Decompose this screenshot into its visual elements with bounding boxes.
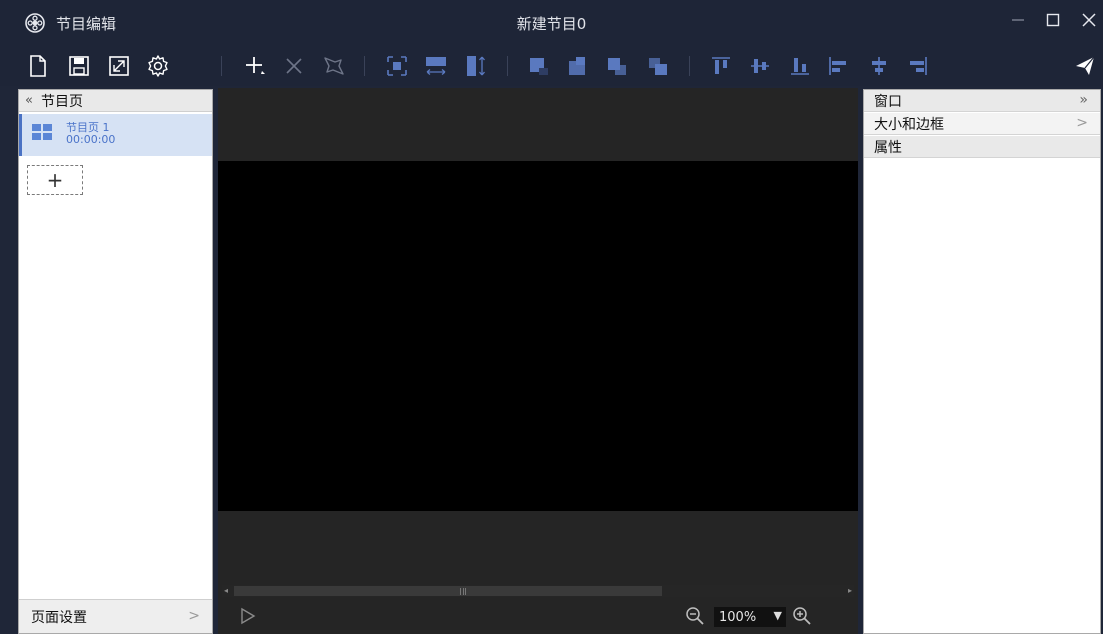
close-icon	[1082, 13, 1096, 27]
panel-title: 节目页	[40, 93, 83, 110]
fit-height-button[interactable]	[464, 54, 488, 78]
pin-button[interactable]	[321, 54, 345, 78]
fullscreen-icon	[109, 56, 129, 76]
size-border-section[interactable]: 大小和边框 >	[864, 113, 1100, 135]
layer-backward-icon	[649, 58, 667, 75]
page-duration: 00:00:00	[66, 133, 116, 146]
publish-button[interactable]	[1073, 54, 1097, 78]
zoom-out-icon[interactable]	[685, 606, 705, 626]
settings-button[interactable]	[146, 54, 170, 78]
new-file-button[interactable]	[26, 54, 50, 78]
chevron-right-icon: >	[1076, 115, 1088, 131]
dropdown-caret-icon: ▼	[773, 609, 782, 622]
window-label: 窗口	[874, 93, 902, 110]
scrollbar-grip-icon	[460, 588, 466, 595]
bring-forward-button[interactable]	[605, 54, 629, 78]
align-vcenter-icon	[751, 59, 769, 73]
send-to-back-button[interactable]	[566, 54, 590, 78]
attributes-label: 属性	[874, 139, 902, 156]
align-vcenter-button[interactable]	[748, 54, 772, 78]
toolbar-separator	[221, 56, 222, 76]
program-canvas[interactable]	[218, 161, 858, 511]
close-button[interactable]	[1077, 8, 1101, 32]
fullscreen-button[interactable]	[107, 54, 131, 78]
pin-icon	[324, 57, 344, 75]
canvas-area: ◂ ▸ 100% ▼	[218, 88, 858, 634]
app-window: 节目编辑 新建节目0 « 节目页 节目页 1 00:00:00 + 页面设置 >…	[0, 0, 1103, 634]
page-settings-label: 页面设置	[31, 609, 87, 626]
toolbar-separator	[364, 56, 365, 76]
send-backward-button[interactable]	[646, 54, 670, 78]
panel-header: « 节目页	[19, 90, 212, 112]
align-right-button[interactable]	[906, 54, 930, 78]
page-settings-button[interactable]: 页面设置 >	[19, 599, 212, 633]
align-bottom-icon	[791, 58, 809, 75]
save-icon	[69, 56, 89, 76]
fit-width-icon	[426, 57, 446, 75]
maximize-icon	[1046, 13, 1060, 27]
page-list-item[interactable]: 节目页 1 00:00:00	[19, 114, 212, 156]
horizontal-scrollbar[interactable]: ◂ ▸	[222, 585, 854, 597]
align-top-icon	[712, 57, 730, 74]
fit-width-button[interactable]	[424, 54, 448, 78]
new-file-icon	[30, 55, 46, 77]
layer-front-icon	[530, 58, 548, 75]
minimize-icon	[1012, 19, 1024, 21]
chevron-right-icon: >	[188, 608, 200, 624]
scrollbar-thumb[interactable]	[234, 586, 662, 596]
zoom-level-select[interactable]: 100% ▼	[714, 607, 786, 627]
canvas-bottom-bar: 100% ▼	[218, 598, 858, 634]
layer-back-icon	[569, 57, 585, 75]
save-button[interactable]	[67, 54, 91, 78]
minimize-button[interactable]	[1006, 8, 1030, 32]
fit-height-icon	[467, 56, 485, 76]
add-page-button[interactable]: +	[27, 165, 83, 195]
bring-to-front-button[interactable]	[527, 54, 551, 78]
program-page-panel: « 节目页 节目页 1 00:00:00 + 页面设置 >	[18, 89, 213, 634]
attributes-section[interactable]: 属性	[864, 136, 1100, 158]
expand-right-icon[interactable]: »	[1079, 92, 1088, 108]
collapse-left-icon[interactable]: «	[25, 93, 33, 108]
align-top-button[interactable]	[709, 54, 733, 78]
play-icon[interactable]	[240, 607, 256, 625]
add-plus-icon	[246, 57, 265, 74]
layer-forward-icon	[608, 58, 626, 75]
size-border-label: 大小和边框	[874, 116, 944, 133]
add-item-button[interactable]	[243, 54, 267, 78]
maximize-button[interactable]	[1041, 8, 1065, 32]
settings-gear-icon	[148, 55, 168, 77]
page-thumbnail-icon	[32, 124, 52, 140]
align-right-icon	[910, 57, 927, 75]
delete-x-icon	[286, 58, 302, 74]
toolbar-separator	[507, 56, 508, 76]
toolbar-separator	[689, 56, 690, 76]
window-section-header[interactable]: 窗口 »	[864, 90, 1100, 112]
fit-center-button[interactable]	[385, 54, 409, 78]
document-title: 新建节目0	[516, 15, 587, 33]
title-bar: 节目编辑 新建节目0	[0, 0, 1103, 46]
scroll-right-arrow-icon[interactable]: ▸	[848, 586, 852, 595]
toolbar	[0, 46, 1103, 86]
align-hcenter-icon	[872, 57, 886, 75]
scroll-left-arrow-icon[interactable]: ◂	[224, 586, 228, 595]
align-left-button[interactable]	[826, 54, 850, 78]
zoom-in-icon[interactable]	[792, 606, 812, 626]
align-hcenter-button[interactable]	[867, 54, 891, 78]
align-left-icon	[829, 57, 846, 75]
properties-panel: 窗口 » 大小和边框 > 属性	[863, 89, 1101, 634]
zoom-level-value: 100%	[719, 609, 757, 625]
align-bottom-button[interactable]	[788, 54, 812, 78]
delete-button[interactable]	[282, 54, 306, 78]
fit-center-icon	[387, 56, 407, 76]
send-icon	[1076, 56, 1095, 75]
